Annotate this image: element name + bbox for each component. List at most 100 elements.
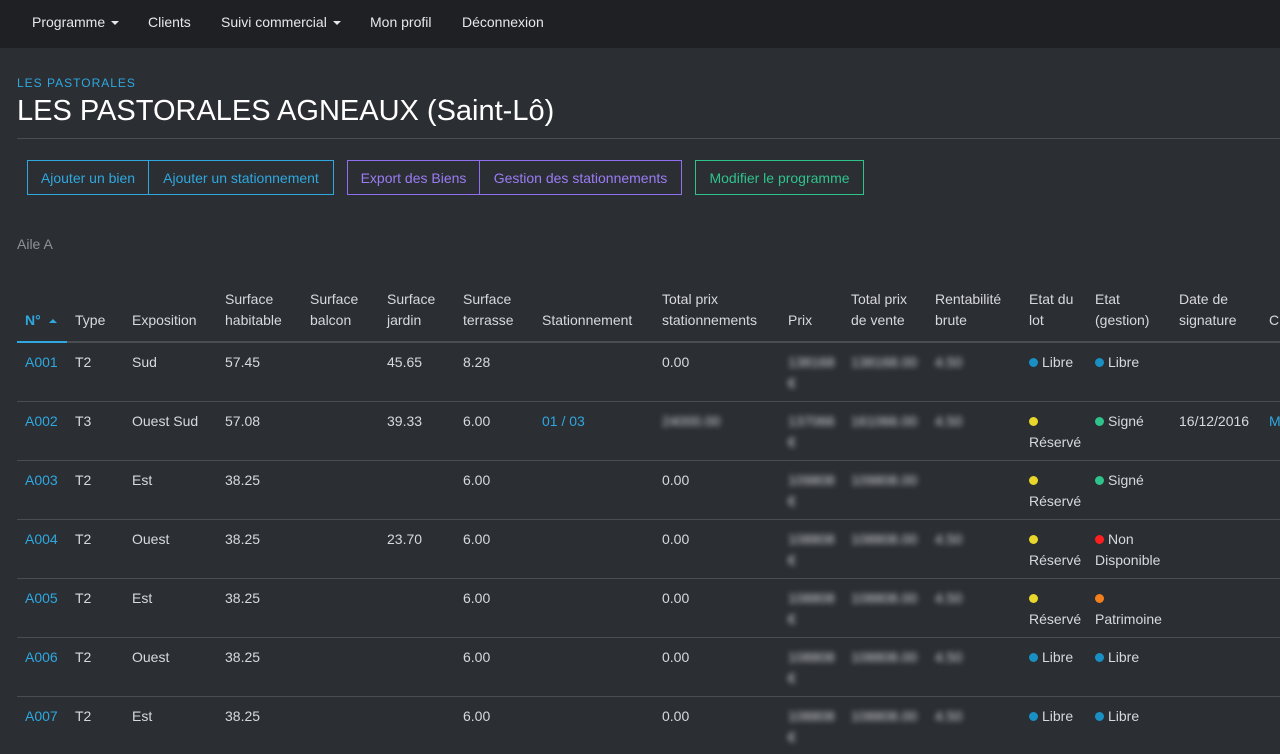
col-header-exposition[interactable]: Exposition [124,262,217,343]
col-header-etat-gestion[interactable]: Etat (gestion) [1087,262,1171,343]
col-header-surface-terrasse[interactable]: Surface terrasse [455,262,534,343]
status-label: Non Disponible [1095,530,1161,568]
surface-jardin-cell: 45.65 [379,342,455,402]
lot-number-link[interactable]: A007 [25,708,58,724]
exposition-cell: Est [124,460,217,520]
surface-terrasse-cell: 6.00 [455,460,534,520]
add-bien-button[interactable]: Ajouter un bien [27,160,149,195]
status-dot-icon [1095,534,1104,544]
total-vente-cell: 109808.00 [843,460,927,520]
table-header-row: N° Type Exposition Surface habitable Sur… [17,262,1280,343]
col-header-num-label: N° [25,312,41,328]
status-dot-icon [1095,711,1104,721]
col-header-total-stationnements[interactable]: Total prix stationnements [654,262,780,343]
col-header-surface-habitable[interactable]: Surface habitable [217,262,302,343]
surface-terrasse-cell: 6.00 [455,401,534,461]
nav-suivi-commercial[interactable]: Suivi commercial [221,14,341,30]
lot-number-cell: A003 [17,460,67,520]
prix-cell: 137066 € [780,401,843,461]
lot-number-cell: A006 [17,637,67,697]
table-row[interactable]: A006 T2 Ouest 38.25 6.00 0.00 108808 €108808.0… [17,637,1280,697]
total-stationnements-cell: 0.00 [654,637,780,697]
lot-number-link[interactable]: A001 [25,354,58,370]
rentabilite-cell: 4.50 [927,696,1021,754]
stationnement-link[interactable]: 01 / 03 [542,413,585,429]
nav-mon-profil[interactable]: Mon profil [370,14,431,30]
status-label: Libre [1042,354,1074,370]
stationnement-cell [534,578,654,638]
lot-number-link[interactable]: A003 [25,472,58,488]
surface-balcon-cell [302,401,379,461]
date-signature-cell [1171,637,1261,697]
col-header-etat-lot[interactable]: Etat du lot [1021,262,1087,343]
nav-deconnexion[interactable]: Déconnexion [462,14,544,30]
col-header-surface-balcon[interactable]: Surface balcon [302,262,379,343]
surface-terrasse-cell: 6.00 [455,637,534,697]
stationnement-cell [534,696,654,754]
col-header-surface-jardin[interactable]: Surface jardin [379,262,455,343]
surface-habitable-cell: 38.25 [217,637,302,697]
date-signature-cell [1171,578,1261,638]
col-header-type[interactable]: Type [67,262,124,343]
stationnement-cell [534,637,654,697]
table-row[interactable]: A004 T2 Ouest 38.25 23.70 6.00 0.00 108808 €108… [17,519,1280,579]
total-vente-cell: 108808.00 [843,519,927,579]
prix-cell: 108808 € [780,519,843,579]
table-row[interactable]: A007 T2 Est 38.25 6.00 0.00 108808 €108808.00 4… [17,696,1280,754]
col-header-rentabilite[interactable]: Rentabilité brute [927,262,1021,343]
col-header-num[interactable]: N° [17,262,67,343]
etat-lot-cell: Libre [1021,696,1087,754]
page-title: LES PASTORALES AGNEAUX (Saint-Lô) [17,95,555,127]
nav-suivi-label: Suivi commercial [221,14,327,30]
col-header-stationnement[interactable]: Stationnement [534,262,654,343]
col-header-prix[interactable]: Prix [780,262,843,343]
nav-clients[interactable]: Clients [148,14,191,30]
table-row[interactable]: A003 T2 Est 38.25 6.00 0.00 109808 €109808.00 R… [17,460,1280,520]
etat-gestion-cell: Signé [1087,401,1171,461]
total-vente-cell: 108808.00 [843,696,927,754]
client-cell [1261,460,1280,520]
table-row[interactable]: A001 T2 Sud 57.45 45.65 8.28 0.00 138168 €13816… [17,342,1280,402]
modifier-programme-button[interactable]: Modifier le programme [695,160,864,195]
surface-balcon-cell [302,460,379,520]
exposition-cell: Ouest [124,637,217,697]
gestion-stationnements-button[interactable]: Gestion des stationnements [479,160,682,195]
client-link[interactable]: M Té [1269,413,1280,429]
add-stationnement-button[interactable]: Ajouter un stationnement [148,160,334,195]
surface-jardin-cell [379,637,455,697]
total-vente-cell: 138168.00 [843,342,927,402]
client-cell: M Té [1261,401,1280,461]
surface-terrasse-cell: 8.28 [455,342,534,402]
export-biens-button[interactable]: Export des Biens [347,160,480,195]
col-header-client[interactable]: Cl [1261,262,1280,343]
etat-lot-cell: Libre [1021,637,1087,697]
programme-breadcrumb: LES PASTORALES [17,76,136,90]
col-header-total-vente[interactable]: Total prix de vente [843,262,927,343]
lot-number-link[interactable]: A002 [25,413,58,429]
etat-gestion-cell: Patrimoine [1087,578,1171,638]
status-dot-icon [1029,416,1038,426]
date-signature-cell [1171,460,1261,520]
rentabilite-cell: 4.50 [927,578,1021,638]
stationnement-cell [534,460,654,520]
lot-number-link[interactable]: A004 [25,531,58,547]
lot-number-link[interactable]: A006 [25,649,58,665]
stationnement-cell [534,519,654,579]
nav-programme[interactable]: Programme [32,14,120,30]
exposition-cell: Ouest [124,519,217,579]
status-dot-icon [1095,593,1104,603]
table-row[interactable]: A002 T3 Ouest Sud 57.08 39.33 6.00 01 / 03 2400… [17,401,1280,461]
total-stationnements-cell: 0.00 [654,696,780,754]
total-stationnements-cell: 0.00 [654,342,780,402]
status-dot-icon [1029,534,1038,544]
table-row[interactable]: A005 T2 Est 38.25 6.00 0.00 108808 €108808.00 4… [17,578,1280,638]
lot-number-cell: A002 [17,401,67,461]
exposition-cell: Sud [124,342,217,402]
lot-number-link[interactable]: A005 [25,590,58,606]
total-stationnements-cell: 0.00 [654,578,780,638]
col-header-date-signature[interactable]: Date de signature [1171,262,1261,343]
rentabilite-cell: 4.50 [927,342,1021,402]
etat-lot-cell: Réservé [1021,401,1087,461]
lots-table-body: A001 T2 Sud 57.45 45.65 8.28 0.00 138168 €13816… [17,342,1280,754]
status-dot-icon [1095,416,1104,426]
